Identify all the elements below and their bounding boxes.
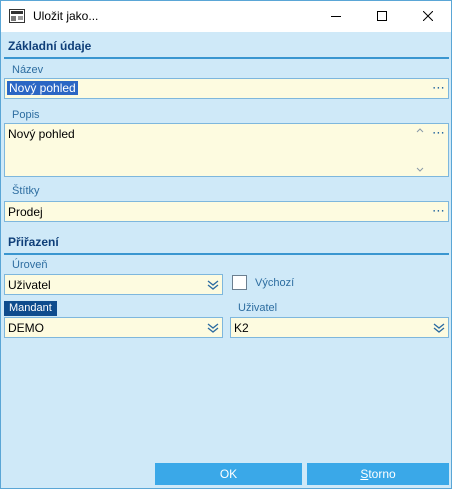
more-icon[interactable]: ⋯ [432, 80, 445, 96]
close-button[interactable] [405, 1, 451, 32]
window-title: Uložit jako... [33, 9, 99, 23]
minimize-button[interactable] [313, 1, 359, 32]
cancel-button-label: torno [368, 467, 396, 481]
more-icon[interactable]: ⋯ [432, 203, 445, 219]
name-field[interactable]: Nový pohled ⋯ [4, 78, 449, 99]
name-label: Název [12, 64, 44, 76]
user-value: K2 [234, 321, 249, 335]
dropdown-chevron-icon[interactable] [207, 279, 219, 291]
description-field[interactable]: Nový pohled ⋯ [4, 123, 449, 177]
dialog-footer: OK Storno [1, 458, 451, 488]
tags-field[interactable]: Prodej ⋯ [4, 201, 449, 222]
default-label: Výchozí [255, 277, 295, 289]
ok-button-label: OK [219, 467, 238, 481]
section-divider [4, 57, 449, 59]
user-label: Uživatel [238, 302, 278, 314]
name-value: Nový pohled [7, 81, 78, 95]
tags-value: Prodej [8, 205, 43, 219]
title-bar: Uložit jako... [1, 1, 451, 32]
section-title-assignment: Přiřazení [8, 235, 59, 249]
window-app-icon [9, 9, 25, 23]
maximize-icon [377, 10, 387, 24]
company-select[interactable]: DEMO [4, 317, 223, 338]
section-title-basic: Základní údaje [8, 39, 92, 53]
close-icon [422, 10, 434, 24]
company-label: Mandant [4, 301, 57, 316]
more-icon[interactable]: ⋯ [432, 125, 445, 141]
level-select[interactable]: Uživatel [4, 274, 223, 295]
maximize-button[interactable] [359, 1, 405, 32]
company-value: DEMO [8, 321, 44, 335]
cancel-button-accesskey: S [360, 467, 369, 481]
dropdown-chevron-icon[interactable] [433, 322, 445, 334]
dialog-content: Základní údaje Název Nový pohled ⋯ Popis… [1, 32, 451, 458]
description-label: Popis [12, 109, 40, 121]
cancel-button[interactable]: Storno [307, 463, 449, 485]
level-label: Úroveň [12, 259, 48, 271]
description-scrollbar[interactable] [414, 125, 426, 175]
save-as-dialog: Uložit jako... Základní údaje Název Nový… [0, 0, 452, 489]
section-divider [4, 253, 449, 255]
minimize-icon [331, 10, 341, 24]
ok-button[interactable]: OK [155, 463, 302, 485]
default-checkbox[interactable] [232, 275, 247, 290]
level-value: Uživatel [8, 278, 51, 292]
user-select[interactable]: K2 [230, 317, 449, 338]
description-value: Nový pohled [8, 127, 75, 141]
tags-label: Štítky [12, 185, 40, 197]
dropdown-chevron-icon[interactable] [207, 322, 219, 334]
